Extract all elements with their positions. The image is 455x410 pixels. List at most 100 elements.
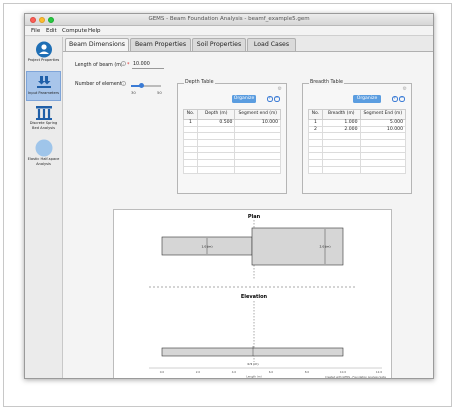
- table-cell[interactable]: [234, 125, 281, 134]
- menu-edit[interactable]: Edit: [46, 28, 57, 34]
- depth-organize-button[interactable]: Organize: [232, 95, 256, 103]
- column-header[interactable]: Depth (m): [196, 109, 236, 120]
- table-cell[interactable]: [359, 165, 406, 174]
- tab-beam-dimensions[interactable]: Beam Dimensions: [65, 38, 129, 52]
- table-cell[interactable]: [321, 145, 361, 154]
- table-cell[interactable]: [308, 152, 323, 161]
- sidebar-item-spring-bed[interactable]: Discrete Spring Bed Analysis: [26, 104, 61, 134]
- table-row[interactable]: 1 1.000 5.000: [308, 119, 406, 127]
- beam-dimensions-panel: Length of beam (m) i * 10.000 Number of …: [63, 51, 433, 378]
- table-cell[interactable]: 5.000: [359, 119, 406, 127]
- add-row-icon[interactable]: +: [392, 96, 398, 102]
- table-cell[interactable]: [321, 159, 361, 167]
- remove-row-icon[interactable]: −: [399, 96, 405, 102]
- table-cell[interactable]: [308, 159, 323, 167]
- empty-row[interactable]: [183, 159, 281, 167]
- column-header[interactable]: Segment End (m): [359, 109, 406, 120]
- table-cell[interactable]: [183, 125, 198, 134]
- table-cell[interactable]: [308, 145, 323, 154]
- table-cell[interactable]: [183, 139, 198, 147]
- table-cell[interactable]: [183, 159, 198, 167]
- table-cell[interactable]: [234, 132, 281, 141]
- table-cell[interactable]: [234, 165, 281, 174]
- table-cell[interactable]: [321, 132, 361, 141]
- empty-row[interactable]: [183, 165, 281, 174]
- elements-slider[interactable]: [131, 83, 161, 89]
- column-header[interactable]: No.: [183, 109, 198, 120]
- table-cell[interactable]: 10.000: [359, 125, 406, 134]
- menu-help[interactable]: Help: [88, 28, 101, 34]
- empty-row[interactable]: [308, 132, 406, 141]
- table-cell[interactable]: [183, 145, 198, 154]
- table-cell[interactable]: 1: [308, 119, 323, 127]
- gear-icon[interactable]: ⚙: [278, 86, 282, 92]
- column-header[interactable]: Breadth (m): [321, 109, 361, 120]
- add-row-icon[interactable]: +: [267, 96, 273, 102]
- empty-row[interactable]: [183, 152, 281, 161]
- table-row[interactable]: 2 2.000 10.000: [308, 125, 406, 134]
- table-cell[interactable]: [308, 165, 323, 174]
- table-cell[interactable]: [196, 132, 236, 141]
- table-cell[interactable]: [196, 125, 236, 134]
- table-cell[interactable]: [359, 132, 406, 141]
- depth-table[interactable]: No. Depth (m) Segment end (m) 1 0.500 10.0…: [183, 109, 281, 174]
- tab-beam-properties[interactable]: Beam Properties: [130, 38, 191, 51]
- empty-row[interactable]: [308, 139, 406, 147]
- gear-icon[interactable]: ⚙: [403, 86, 407, 92]
- column-header[interactable]: Segment end (m): [234, 109, 281, 120]
- table-cell[interactable]: [196, 145, 236, 154]
- table-cell[interactable]: 2.000: [321, 125, 361, 134]
- tab-load-cases[interactable]: Load Cases: [247, 38, 296, 51]
- empty-row[interactable]: [308, 145, 406, 154]
- table-cell[interactable]: 0.500: [196, 119, 236, 127]
- plan-dim-label-1: 1.0 (m): [202, 245, 213, 249]
- table-cell[interactable]: [183, 165, 198, 174]
- info-icon[interactable]: i: [121, 61, 126, 66]
- table-row[interactable]: 1 0.500 10.000: [183, 119, 281, 127]
- table-cell[interactable]: [196, 165, 236, 174]
- column-header[interactable]: No.: [308, 109, 323, 120]
- slider-thumb[interactable]: [139, 83, 144, 89]
- menu-file[interactable]: File: [31, 28, 40, 34]
- table-cell[interactable]: [308, 139, 323, 147]
- table-cell[interactable]: [321, 152, 361, 161]
- empty-row[interactable]: [183, 139, 281, 147]
- table-cell[interactable]: [234, 139, 281, 147]
- table-cell[interactable]: [183, 132, 198, 141]
- table-cell[interactable]: [321, 139, 361, 147]
- sidebar-item-input-parameters[interactable]: Input Parameters: [26, 71, 61, 101]
- sidebar-item-project-properties[interactable]: Project Properties: [26, 40, 61, 68]
- empty-row[interactable]: [183, 145, 281, 154]
- breadth-organize-button[interactable]: Organize: [353, 95, 381, 103]
- table-cell[interactable]: [359, 152, 406, 161]
- length-input[interactable]: 10.000: [132, 61, 164, 69]
- table-cell[interactable]: [234, 152, 281, 161]
- table-cell[interactable]: [321, 165, 361, 174]
- table-cell[interactable]: 10.000: [234, 119, 281, 127]
- sidebar-item-half-space[interactable]: Elastic Half-space Analysis: [26, 138, 61, 170]
- table-cell[interactable]: [196, 152, 236, 161]
- empty-row[interactable]: [183, 132, 281, 141]
- table-cell[interactable]: 1.000: [321, 119, 361, 127]
- remove-row-icon[interactable]: −: [274, 96, 280, 102]
- breadth-table[interactable]: No. Breadth (m) Segment End (m) 1 1.000 5.…: [308, 109, 406, 174]
- table-cell[interactable]: [308, 132, 323, 141]
- table-cell[interactable]: [359, 145, 406, 154]
- empty-row[interactable]: [308, 159, 406, 167]
- plan-dim-label-2: 2.0 (m): [320, 245, 331, 249]
- table-cell[interactable]: [183, 152, 198, 161]
- info-icon[interactable]: i: [121, 81, 126, 86]
- empty-row[interactable]: [308, 165, 406, 174]
- table-cell[interactable]: [359, 159, 406, 167]
- table-cell[interactable]: [196, 159, 236, 167]
- table-cell[interactable]: [196, 139, 236, 147]
- menu-compute[interactable]: Compute: [62, 28, 87, 34]
- empty-row[interactable]: [183, 125, 281, 134]
- empty-row[interactable]: [308, 152, 406, 161]
- table-cell[interactable]: [234, 145, 281, 154]
- table-cell[interactable]: [359, 139, 406, 147]
- table-cell[interactable]: 1: [183, 119, 198, 127]
- tab-soil-properties[interactable]: Soil Properties: [192, 38, 246, 51]
- table-cell[interactable]: 2: [308, 125, 323, 134]
- table-cell[interactable]: [234, 159, 281, 167]
